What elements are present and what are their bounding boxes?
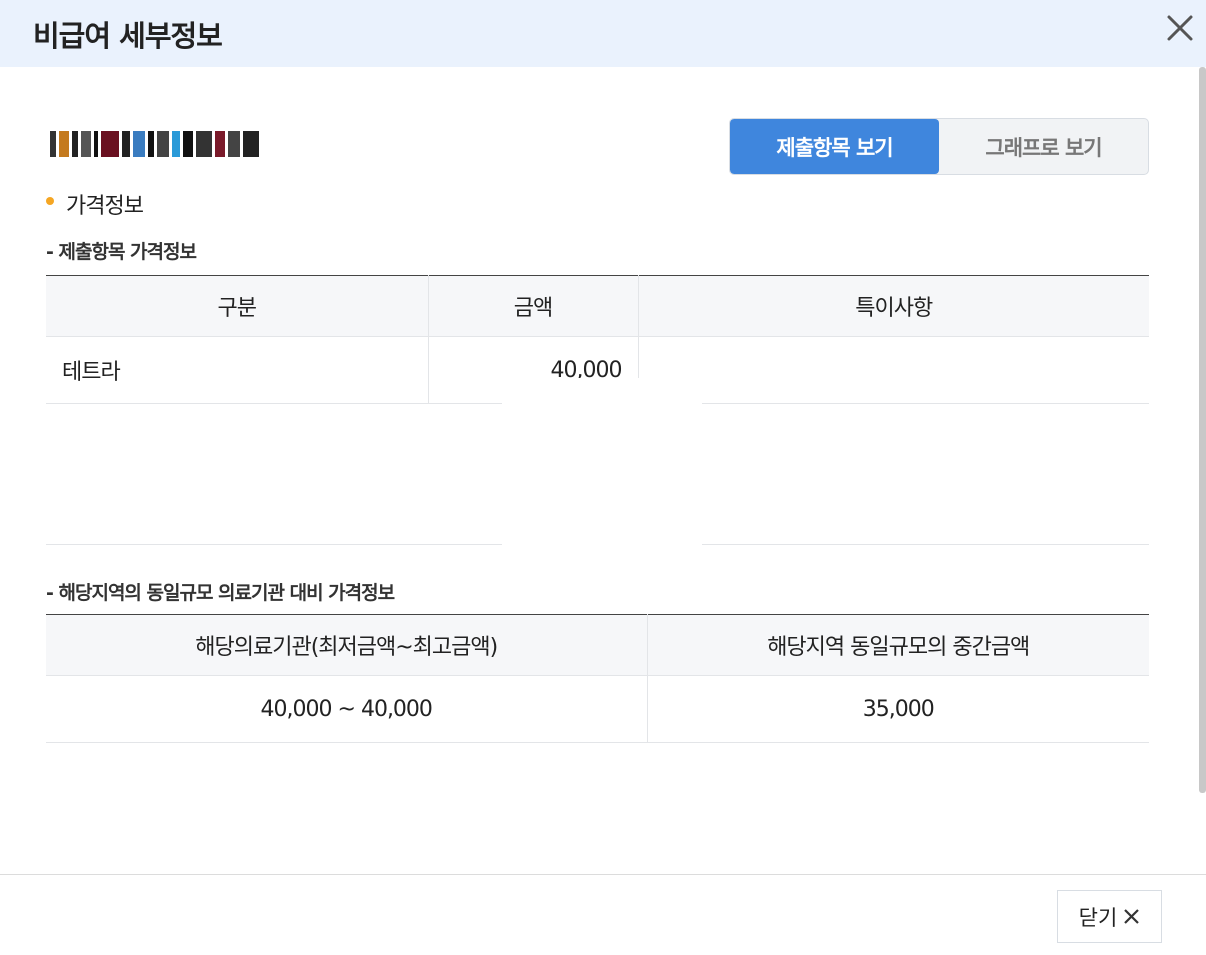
view-toggle: 제출항목 보기 그래프로 보기 xyxy=(729,118,1149,175)
note-cell xyxy=(637,336,1149,404)
column-header: 구분 xyxy=(46,275,428,337)
close-button-label: 닫기 xyxy=(1078,905,1118,930)
submitted-subtitle: - 제출항목 가격정보 xyxy=(46,241,197,263)
column-header: 해당지역 동일규모의 중간금액 xyxy=(646,614,1149,676)
comparison-subtitle: - 해당지역의 동일규모 의료기관 대비 가격정보 xyxy=(46,582,395,604)
overlay-popup xyxy=(502,378,702,548)
category-cell: 테트라 xyxy=(46,336,428,404)
close-icon xyxy=(1124,909,1140,924)
modal-title: 비급여 세부정보 xyxy=(33,19,223,53)
hospital-name-redacted xyxy=(50,129,330,159)
column-header: 해당의료기관(최저금액~최고금액) xyxy=(46,614,647,676)
price-range-cell: 40,000 ~ 40,000 xyxy=(46,675,647,743)
table-row: 40,000 ~ 40,000 35,000 xyxy=(46,675,1149,743)
column-header: 금액 xyxy=(427,275,638,337)
scrollbar[interactable] xyxy=(1199,67,1206,793)
column-header: 특이사항 xyxy=(637,275,1149,337)
bullet-icon xyxy=(46,197,54,205)
graph-view-tab[interactable]: 그래프로 보기 xyxy=(939,119,1148,174)
submitted-items-tab[interactable]: 제출항목 보기 xyxy=(730,119,939,174)
close-icon[interactable] xyxy=(1164,12,1196,44)
close-button[interactable]: 닫기 xyxy=(1057,890,1162,943)
footer-divider xyxy=(0,874,1206,875)
median-price-cell: 35,000 xyxy=(646,675,1149,743)
modal-header: 비급여 세부정보 xyxy=(0,0,1206,67)
section-title: 가격정보 xyxy=(66,194,144,219)
comparison-price-table: 해당의료기관(최저금액~최고금액) 해당지역 동일규모의 중간금액 40,000… xyxy=(46,614,1149,743)
